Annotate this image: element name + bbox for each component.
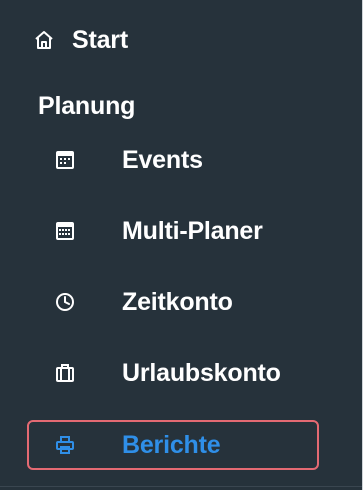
- nav-item-start[interactable]: Start: [0, 24, 362, 56]
- nav-item-berichte[interactable]: Berichte: [0, 420, 362, 470]
- calendar-grid-icon: [53, 219, 77, 243]
- divider: [0, 486, 362, 487]
- section-heading-planung: Planung: [0, 90, 362, 122]
- briefcase-icon: [53, 361, 77, 385]
- printer-icon: [53, 433, 77, 457]
- clock-icon: [53, 290, 77, 314]
- nav-item-events[interactable]: Events: [0, 141, 362, 179]
- nav-item-label: Start: [72, 25, 128, 54]
- nav-item-zeitkonto[interactable]: Zeitkonto: [0, 283, 362, 321]
- nav-item-label: Events: [122, 145, 203, 174]
- nav-item-label: Zeitkonto: [122, 287, 233, 316]
- section-heading-label: Planung: [38, 91, 136, 120]
- home-icon: [32, 28, 56, 52]
- nav-item-label: Multi-Planer: [122, 216, 263, 245]
- calendar-icon: [53, 148, 77, 172]
- nav-item-multi-planer[interactable]: Multi-Planer: [0, 212, 362, 250]
- sidebar-nav: Start Planung Events Multi-Planer Zeitko…: [0, 0, 363, 490]
- nav-item-label: Berichte: [122, 430, 221, 459]
- nav-item-label: Urlaubskonto: [122, 358, 281, 387]
- nav-item-urlaubskonto[interactable]: Urlaubskonto: [0, 354, 362, 392]
